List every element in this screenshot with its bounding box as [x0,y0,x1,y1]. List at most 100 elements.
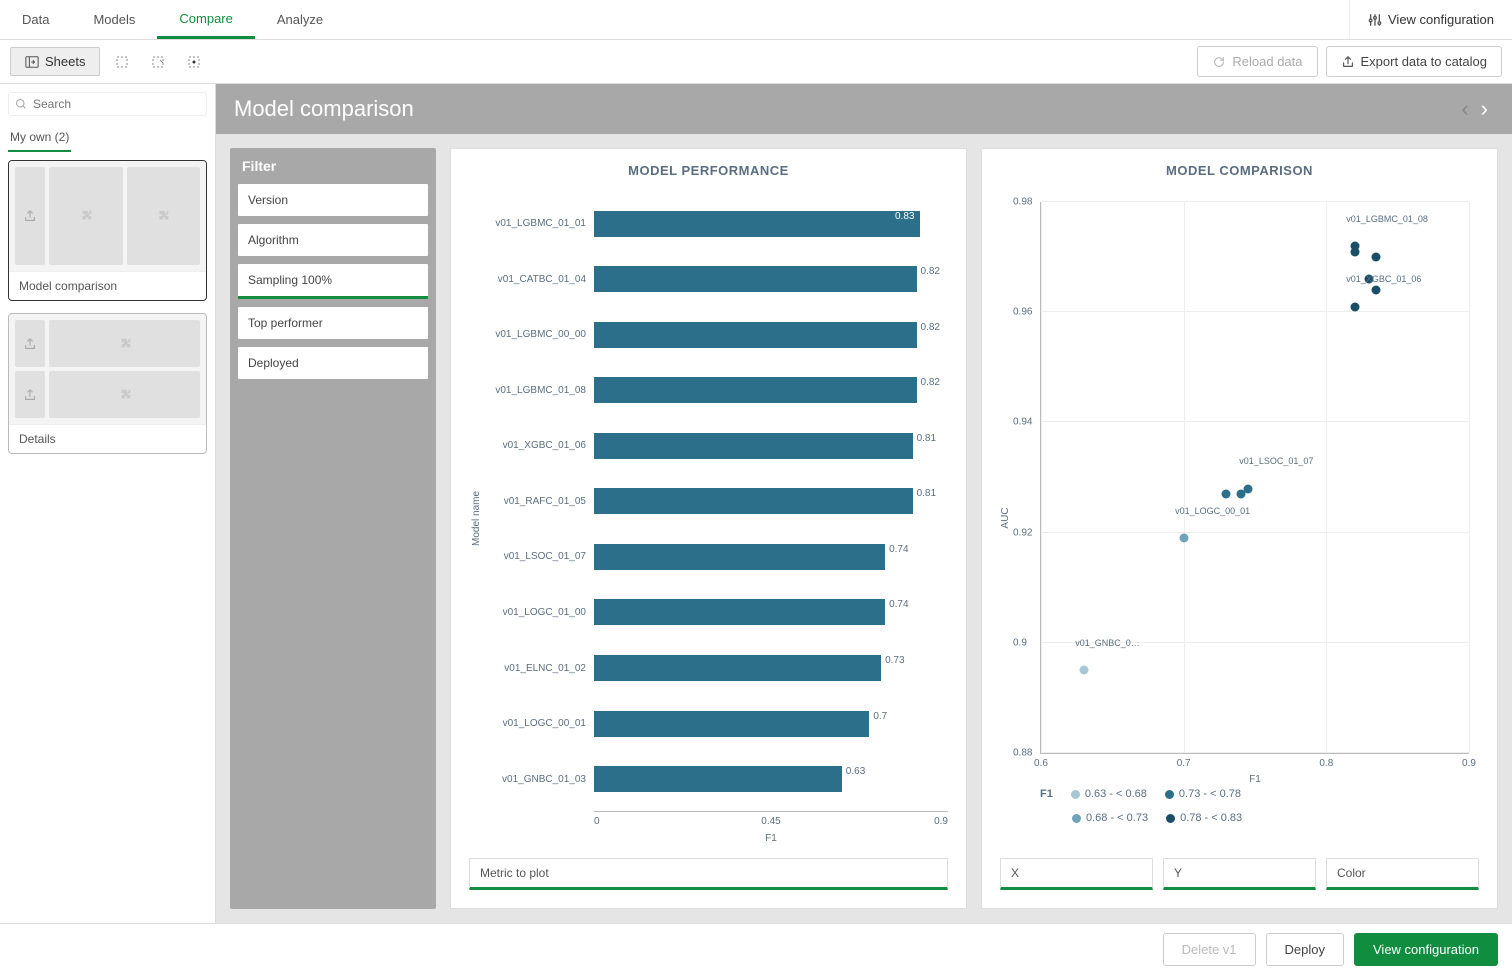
scatter-ytick: 0.94 [1013,417,1032,428]
bar-xtick: 0.9 [830,816,948,827]
bar-row[interactable]: v01_CATBC_01_04 0.82 [484,262,948,296]
deploy-button[interactable]: Deploy [1266,933,1344,966]
puzzle-icon [156,209,170,223]
page-title: Model comparison [234,96,414,122]
export-label: Export data to catalog [1361,54,1487,69]
filter-deployed[interactable]: Deployed [238,347,428,379]
scatter-point[interactable] [1222,490,1231,499]
scatter-x-control[interactable]: X [1000,858,1153,890]
scatter-point[interactable] [1350,247,1359,256]
selection-tool-2[interactable] [144,48,172,76]
export-icon [23,209,37,223]
panel-collapse-icon [25,55,39,69]
export-icon [23,388,37,402]
toolbar: Sheets Reload data Export data to catalo… [0,40,1512,84]
metric-to-plot-control[interactable]: Metric to plot [469,858,948,890]
sheet-thumb-2 [9,314,206,424]
tab-compare[interactable]: Compare [157,0,254,39]
bar-category: v01_LGBMC_01_08 [484,385,594,396]
sidebar-tab-myown[interactable]: My own (2) [8,124,71,152]
delete-button[interactable]: Delete v1 [1163,933,1256,966]
scatter-point[interactable] [1372,286,1381,295]
bar-value: 0.63 [846,766,865,777]
filter-title: Filter [230,148,436,184]
scatter-xtick: 0.8 [1319,758,1333,769]
sidebar: My own (2) Model comparison Details [0,84,216,923]
sheet-card-model-comparison[interactable]: Model comparison [8,160,207,301]
scatter-point-label: v01_GNBC_0… [1075,638,1140,648]
sheets-label: Sheets [45,54,85,69]
bar-value: 0.82 [921,322,940,333]
scatter-color-control[interactable]: Color [1326,858,1479,890]
top-tabs: Data Models Compare Analyze View configu… [0,0,1512,40]
filter-algorithm[interactable]: Algorithm [238,224,428,256]
scatter-y-control[interactable]: Y [1163,858,1316,890]
scatter-point[interactable] [1350,302,1359,311]
bar-row[interactable]: v01_LGBMC_01_08 0.82 [484,373,948,407]
bar-category: v01_LGBMC_01_01 [484,218,594,229]
scatter-point-label: v01_LOGC_00_01 [1175,506,1250,516]
bar-category: v01_LOGC_00_01 [484,718,594,729]
sheet-thumb-1 [9,161,206,271]
tab-analyze[interactable]: Analyze [255,0,345,39]
bar-category: v01_LSOC_01_07 [484,551,594,562]
view-config-top[interactable]: View configuration [1349,0,1512,39]
export-icon [23,337,37,351]
bar-row[interactable]: v01_ELNC_01_02 0.73 [484,651,948,685]
sheets-button[interactable]: Sheets [10,47,100,76]
bar-row[interactable]: v01_XGBC_01_06 0.81 [484,429,948,463]
export-data-button[interactable]: Export data to catalog [1326,46,1502,77]
bar-chart[interactable]: Model name v01_LGBMC_01_01 0.83 v01_CATBC… [469,192,948,844]
bar-row[interactable]: v01_RAFC_01_05 0.81 [484,484,948,518]
bar-value: 0.83 [895,211,914,222]
scatter-point-label: v01_XGBC_01_06 [1346,274,1421,284]
search-input[interactable] [33,97,200,111]
scatter-ytick: 0.88 [1013,748,1032,759]
prev-sheet-arrow[interactable]: ‹ [1455,96,1474,122]
bar-category: v01_LGBMC_00_00 [484,329,594,340]
bar-value: 0.81 [917,488,936,499]
bar-value: 0.73 [885,655,904,666]
view-config-label: View configuration [1388,12,1494,27]
scatter-point[interactable] [1079,666,1088,675]
bar-row[interactable]: v01_LOGC_01_00 0.74 [484,595,948,629]
bar-row[interactable]: v01_LSOC_01_07 0.74 [484,540,948,574]
scatter-point-label: v01_LGBMC_01_08 [1346,214,1428,224]
reload-data-button[interactable]: Reload data [1197,46,1317,77]
filter-panel: Filter Version Algorithm Sampling 100% T… [230,148,436,909]
scatter-ytick: 0.98 [1013,197,1032,208]
scatter-chart[interactable]: AUC F1 0.60.70.80.90.880.90.920.940.960.… [1000,192,1479,844]
sheet-caption-2: Details [9,424,206,453]
content-title-bar: Model comparison ‹ › [216,84,1512,134]
legend-title: F1 [1040,788,1053,800]
search-icon [15,98,27,110]
view-config-button[interactable]: View configuration [1354,933,1498,966]
tab-models[interactable]: Models [71,0,157,39]
selection-tool-3[interactable] [180,48,208,76]
bar-row[interactable]: v01_LGBMC_01_01 0.83 [484,207,948,241]
tab-data[interactable]: Data [0,0,71,39]
reload-label: Reload data [1232,54,1302,69]
sheet-card-details[interactable]: Details [8,313,207,454]
export-icon [1341,55,1355,69]
scatter-point[interactable] [1236,490,1245,499]
bar-ylabel: Model name [469,192,484,844]
filter-version[interactable]: Version [238,184,428,216]
bar-row[interactable]: v01_LOGC_00_01 0.7 [484,707,948,741]
bar-row[interactable]: v01_GNBC_01_03 0.63 [484,762,948,796]
bar-category: v01_RAFC_01_05 [484,496,594,507]
filter-top-performer[interactable]: Top performer [238,307,428,339]
bar-value: 0.82 [921,377,940,388]
search-box[interactable] [8,92,207,116]
selection-tool-1[interactable] [108,48,136,76]
next-sheet-arrow[interactable]: › [1475,96,1494,122]
puzzle-icon [118,388,132,402]
bar-category: v01_CATBC_01_04 [484,274,594,285]
scatter-point[interactable] [1179,534,1188,543]
scatter-point[interactable] [1372,253,1381,262]
filter-sampling[interactable]: Sampling 100% [238,264,428,299]
puzzle-icon [118,337,132,351]
scatter-legend: F1 0.63 - < 0.68 0.73 - < 0.78 0.68 - < … [1040,788,1469,824]
bar-row[interactable]: v01_LGBMC_00_00 0.82 [484,318,948,352]
footer: Delete v1 Deploy View configuration [0,923,1512,975]
